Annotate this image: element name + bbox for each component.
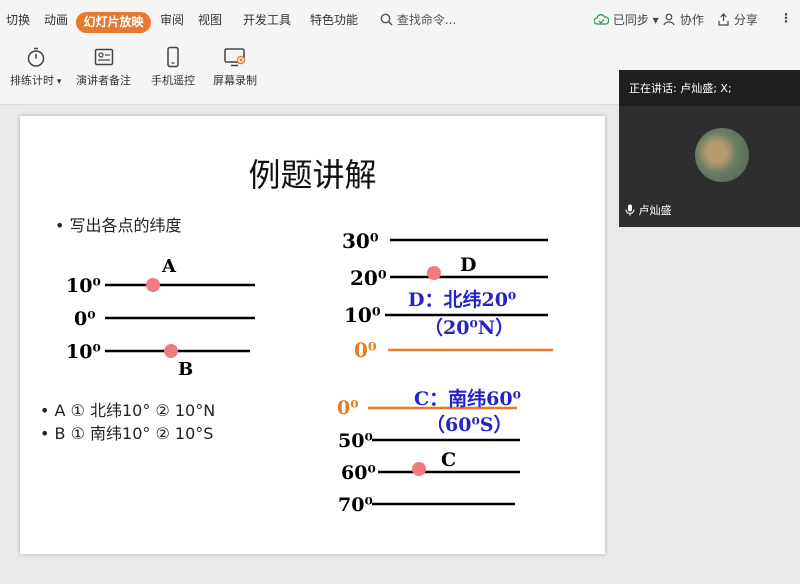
status-bar [0, 570, 800, 584]
c-answer-line2: （60⁰S） [426, 413, 512, 436]
label-60s: 60⁰ [341, 462, 376, 484]
c-answer-line1: C：南纬60⁰ [414, 387, 521, 410]
label-30n: 30⁰ [342, 229, 379, 253]
speaking-bar: 正在讲话: 卢灿盛; X; [619, 70, 800, 106]
point-d-label: D [460, 254, 476, 276]
left-latitude-diagram: 10⁰ 0⁰ 10⁰ A B [66, 256, 255, 380]
speaking-label: 正在讲话: 卢灿盛; X; [629, 82, 732, 95]
left-label-10s: 10⁰ [66, 341, 101, 363]
right-top-diagram: 30⁰ 20⁰ 10⁰ 0⁰ D D：北纬20⁰ （20⁰N） [342, 229, 553, 362]
label-70s: 70⁰ [338, 494, 373, 516]
participant-name-badge: 卢灿盛 [619, 201, 678, 220]
left-label-0: 0⁰ [74, 308, 96, 330]
point-a-label: A [161, 256, 177, 277]
label-50s: 50⁰ [338, 430, 373, 452]
point-d-dot [427, 266, 441, 280]
point-a-dot [146, 278, 160, 292]
participant-name: 卢灿盛 [638, 204, 672, 217]
avatar [695, 128, 749, 182]
video-panel[interactable]: 正在讲话: 卢灿盛; X; 卢灿盛 [619, 70, 800, 227]
left-label-10n: 10⁰ [66, 275, 101, 297]
label-20n: 20⁰ [350, 266, 387, 290]
microphone-icon [625, 204, 635, 216]
point-c-label: C [441, 449, 456, 471]
d-answer-line1: D：北纬20⁰ [408, 288, 516, 311]
d-answer-line2: （20⁰N） [424, 316, 514, 339]
point-b-dot [164, 344, 178, 358]
right-bottom-diagram: 0⁰ 50⁰ 60⁰ 70⁰ C C：南纬60⁰ （60⁰S） [337, 387, 521, 516]
label-10n: 10⁰ [344, 303, 381, 327]
label-0-top: 0⁰ [354, 338, 377, 362]
label-0-bottom: 0⁰ [337, 397, 359, 419]
point-b-label: B [178, 359, 193, 380]
point-c-dot [412, 462, 426, 476]
